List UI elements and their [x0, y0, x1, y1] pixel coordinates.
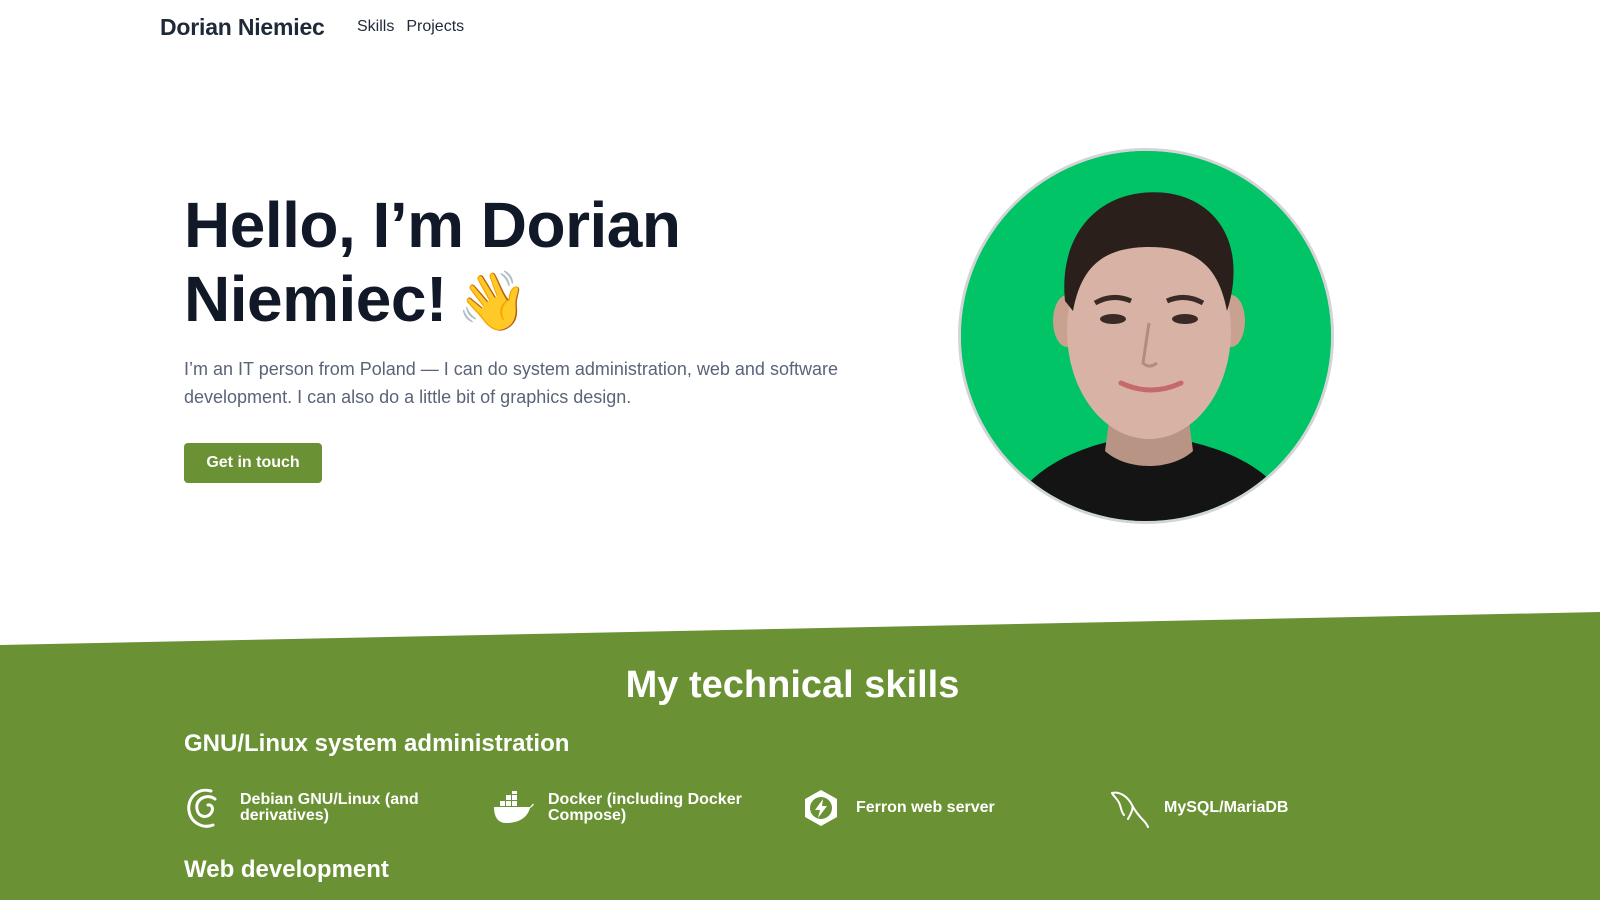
skill-item-mysql: MySQL/MariaDB: [1108, 784, 1408, 832]
docker-icon: [492, 785, 534, 831]
profile-photo: [958, 148, 1334, 524]
category-title-sysadmin: GNU/Linux system administration: [184, 730, 570, 757]
nav-link-skills[interactable]: Skills: [357, 18, 394, 36]
skill-item-docker: Docker (including Docker Compose): [492, 784, 792, 832]
skill-item-debian: Debian GNU/Linux (and derivatives): [184, 784, 484, 832]
category-title-webdev: Web development: [184, 856, 389, 883]
hero-title-line1: Hello, I’m Dorian: [184, 189, 681, 261]
mysql-dolphin-icon: [1108, 785, 1150, 831]
hero-description: I’m an IT person from Poland — I can do …: [184, 359, 838, 407]
get-in-touch-button[interactable]: Get in touch: [184, 443, 322, 483]
ferron-icon: [800, 785, 842, 831]
nav-link-projects[interactable]: Projects: [406, 18, 464, 36]
skills-title: My technical skills: [625, 664, 960, 706]
debian-icon: [184, 785, 226, 831]
brand-link[interactable]: Dorian Niemiec: [160, 14, 325, 41]
skill-label: Ferron web server: [856, 799, 995, 816]
waving-hand-icon: 👋: [456, 269, 529, 334]
nav-links: Skills Projects: [357, 18, 464, 36]
skill-label: MySQL/MariaDB: [1164, 799, 1289, 816]
hero-title-line2: Niemiec!: [184, 263, 447, 335]
skill-item-ferron: Ferron web server: [800, 784, 1100, 832]
hero-title: Hello, I’m Dorian Niemiec! 👋: [184, 188, 824, 339]
top-nav: Dorian Niemiec Skills Projects: [0, 0, 1600, 56]
skill-label: Debian GNU/Linux (and derivatives): [240, 791, 419, 824]
skill-label: Docker (including Docker Compose): [548, 791, 742, 824]
